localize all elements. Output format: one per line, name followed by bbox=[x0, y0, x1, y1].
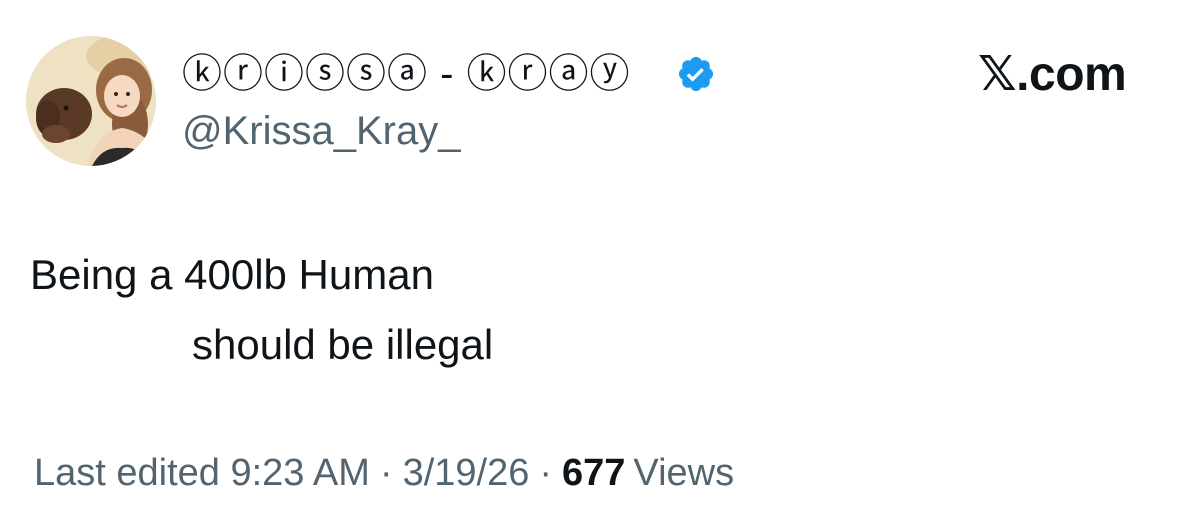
post-text-line-1: Being a 400lb Human bbox=[30, 251, 434, 298]
user-handle[interactable]: @Krissa_Kray_ bbox=[182, 106, 460, 156]
avatar-illustration-icon bbox=[26, 36, 156, 166]
edited-timestamp[interactable]: Last edited 9:23 AM bbox=[34, 452, 370, 494]
meta-separator: · bbox=[379, 452, 393, 494]
post-date[interactable]: 3/19/26 bbox=[403, 452, 530, 494]
meta-separator: · bbox=[539, 452, 553, 494]
brand-logo: 𝕏.com bbox=[978, 48, 1127, 101]
avatar[interactable] bbox=[26, 36, 156, 166]
post-card: ⓚⓡⓘⓢⓢⓐ - ⓚⓡⓐⓨ @Krissa_Kray_ 𝕏.com Being … bbox=[0, 0, 1200, 522]
views-label: Views bbox=[633, 452, 735, 494]
display-name[interactable]: ⓚⓡⓘⓢⓢⓐ - ⓚⓡⓐⓨ bbox=[182, 46, 631, 102]
verified-badge-icon bbox=[678, 56, 714, 92]
post-text-line-2: should be illegal bbox=[192, 321, 494, 368]
post-metadata: Last edited 9:23 AM · 3/19/26 · 677 Views bbox=[34, 448, 734, 498]
views-count: 677 bbox=[562, 452, 626, 494]
